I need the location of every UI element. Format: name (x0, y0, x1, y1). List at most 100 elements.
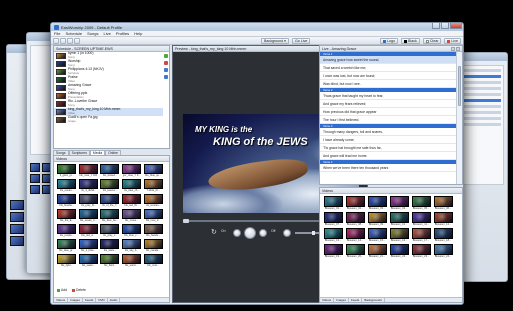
video-thumbnail[interactable]: Blossom_11... (411, 212, 431, 226)
go-live-button[interactable]: Go Live (291, 38, 311, 44)
menu-profiles[interactable]: Profiles (116, 31, 129, 36)
video-thumbnail[interactable]: Blossom_22... (389, 244, 409, 258)
video-thumbnail[interactable]: bls_fire_E... (57, 209, 77, 222)
lyrics-line[interactable]: And grace will lead me home. (320, 152, 456, 160)
black-button[interactable]: Black (401, 38, 420, 44)
menu-live[interactable]: Live (103, 31, 110, 36)
video-thumbnail[interactable]: bls_grey_bl... (78, 194, 99, 207)
video-thumbnail[interactable]: Blossom_12... (433, 212, 453, 226)
volume-knob[interactable] (312, 231, 315, 235)
lyrics-options-icon[interactable] (456, 47, 460, 51)
video-thumbnail[interactable]: bls_dotted... (100, 164, 120, 177)
volume-slider[interactable] (295, 231, 321, 235)
lyrics-line[interactable]: I have already come; (320, 136, 456, 144)
video-thumbnail[interactable]: bls_candle... (143, 239, 163, 252)
video-thumbnail[interactable]: bls_1_blue... (78, 239, 99, 252)
lyrics-line[interactable]: And grace my fears relieved; (320, 100, 456, 108)
video-thumbnail[interactable]: bls_leaves... (100, 179, 120, 192)
mute-button[interactable] (283, 229, 291, 237)
tab-feeds[interactable]: Feeds (349, 298, 363, 302)
scrollbar-thumb[interactable] (458, 66, 461, 106)
video-thumbnail[interactable]: Blossom_19... (323, 244, 343, 258)
video-thumbnail[interactable]: bls_red_cr... (78, 224, 99, 237)
video-thumbnail[interactable]: bls_cross... (122, 209, 142, 222)
add-video-button[interactable]: Add (57, 288, 67, 292)
video-thumbnail[interactable]: Blossom_10... (389, 212, 409, 226)
pause-button[interactable] (259, 229, 267, 237)
video-thumbnail[interactable]: bls_field... (100, 254, 120, 267)
video-thumbnail[interactable]: bls_of_the_Y... (100, 194, 120, 207)
video-thumbnail[interactable]: bls_hands... (143, 224, 163, 237)
video-thumbnail[interactable]: Blossom_03... (367, 196, 387, 210)
video-thumbnail[interactable]: Blossom_15... (367, 228, 387, 242)
progress-knob[interactable] (183, 219, 189, 223)
video-thumbnail[interactable]: Blossom_23... (411, 244, 431, 258)
video-thumbnail[interactable]: Blossom_16... (389, 228, 409, 242)
video-thumbnail[interactable]: bls_cool... (143, 254, 163, 267)
menu-help[interactable]: Help (134, 31, 142, 36)
maximize-button[interactable] (441, 23, 449, 29)
lyrics-line[interactable]: Through many dangers, toil and snares, (320, 128, 456, 136)
delete-video-button[interactable]: Delete (72, 288, 86, 292)
lyrics-line[interactable]: The hour I first believed. (320, 116, 456, 124)
video-thumbnail[interactable]: bls_light... (57, 254, 77, 267)
video-thumbnail[interactable]: Y-slide_Fl... (143, 179, 163, 192)
video-thumbnail[interactable]: Blossom_20... (345, 244, 365, 258)
video-thumbnail[interactable]: bls_dew_gr... (57, 239, 77, 252)
video-thumbnail[interactable]: bls_purple... (57, 224, 77, 237)
tab-videos[interactable]: Videos (54, 298, 69, 302)
open-schedule-button[interactable] (60, 38, 66, 44)
move-down-icon[interactable] (164, 75, 168, 79)
video-thumbnail[interactable]: bls_new_d... (143, 209, 163, 222)
lyrics-line[interactable]: Was blind, but now I see. (320, 80, 456, 88)
repeat-icon[interactable]: ↻ (211, 228, 217, 236)
video-thumbnail[interactable]: bls_ocean... (57, 179, 77, 192)
video-thumbnail[interactable]: lt_glow_gr... (57, 164, 77, 177)
move-up-icon[interactable] (164, 68, 168, 72)
video-thumbnail[interactable]: Blossom_04... (389, 196, 409, 210)
video-thumbnail[interactable]: bls_sky_b... (122, 239, 142, 252)
lyrics-line[interactable]: I once was lost, but now am found; (320, 72, 456, 80)
menu-schedule[interactable]: Schedule (65, 31, 82, 36)
video-thumbnail[interactable]: Blossom_01... (323, 196, 343, 210)
menu-songs[interactable]: Songs (87, 31, 98, 36)
video-thumbnail[interactable]: Blossom_13... (323, 228, 343, 242)
tab-dvd[interactable]: DVD (96, 298, 108, 302)
logo-button[interactable]: Logo (380, 38, 399, 44)
video-thumbnail[interactable]: gor_rose_Y 0... (122, 164, 142, 177)
video-thumbnail[interactable]: Blossom_07... (323, 212, 343, 226)
video-thumbnail[interactable]: bls_3_dkSk... (78, 179, 99, 192)
tab-images[interactable]: Images (68, 298, 83, 302)
stop-button[interactable] (233, 229, 241, 237)
video-thumbnail[interactable]: bls_stars... (100, 239, 120, 252)
video-thumbnail[interactable]: bls_sunrise... (143, 194, 163, 207)
video-thumbnail[interactable]: bls_gray_c... (100, 224, 120, 237)
video-thumbnail[interactable]: Blossom_17... (411, 228, 431, 242)
tab-audio[interactable]: Audio (108, 298, 121, 302)
tab-feeds[interactable]: Feeds (83, 298, 97, 302)
clear-button[interactable]: Clear (422, 38, 442, 44)
lyrics-line[interactable]: That saved a wretch like me; (320, 64, 456, 72)
lyrics-scrollbar[interactable] (456, 52, 462, 184)
video-thumbnail[interactable]: bls_warm... (122, 254, 142, 267)
lyrics-line[interactable]: 'Twas grace that taught my heart to fear… (320, 92, 456, 100)
video-thumbnail[interactable]: bls_blue_c... (122, 224, 142, 237)
video-thumbnail[interactable]: bls_red_W... (122, 194, 142, 207)
schedule-item[interactable]: God5's open Fa.jpg Image (54, 116, 163, 124)
video-thumbnail[interactable]: Blossom_02... (345, 196, 365, 210)
video-thumbnail[interactable]: Blossom_18... (433, 228, 453, 242)
lyrics-line[interactable]: When we've been there ten thousand years (320, 164, 456, 172)
video-thumbnail[interactable]: Blossom_08... (345, 212, 365, 226)
lyrics-line[interactable]: How precious did that grace appear (320, 108, 456, 116)
live-button[interactable]: Live (444, 38, 461, 44)
lyrics-line[interactable]: Amazing grace how sweet the sound, (320, 56, 456, 64)
video-thumbnail[interactable]: bls_dew_ch... (122, 179, 142, 192)
background-dropdown[interactable]: Background ▾ (261, 38, 289, 44)
video-thumbnail[interactable]: bls_rose_Y 020 (78, 164, 99, 177)
video-thumbnail[interactable]: Blossom_24... (433, 244, 453, 258)
video-thumbnail[interactable]: bls_bluebe... (57, 194, 77, 207)
print-button[interactable] (74, 38, 80, 44)
lyrics-line[interactable]: 'Tis grace hat brought me safe thus far, (320, 144, 456, 152)
remove-icon[interactable] (164, 61, 168, 65)
minimize-button[interactable] (432, 23, 440, 29)
